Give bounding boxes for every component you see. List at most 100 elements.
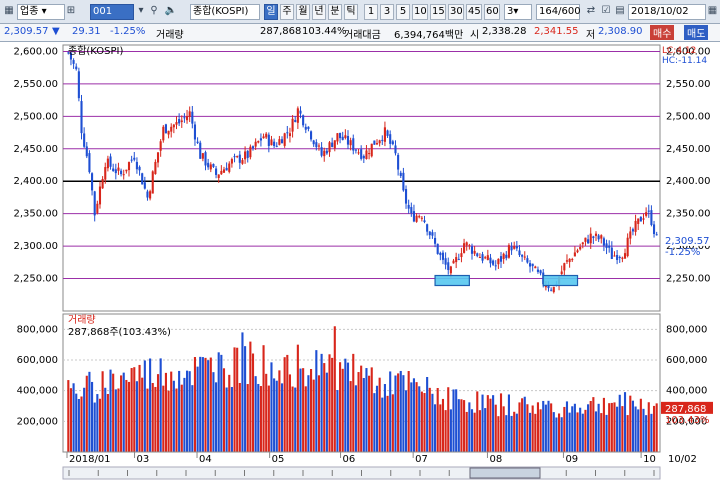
checkbox-icon[interactable]: ☑ (600, 4, 612, 20)
minute-option-45[interactable]: 45 (466, 4, 482, 20)
menu-icon[interactable]: ▤ (614, 4, 626, 20)
volume-bar (352, 353, 355, 452)
volume-bar (333, 326, 336, 452)
candle-body (162, 126, 165, 141)
volume-bar (610, 402, 613, 452)
candle-body (267, 134, 270, 146)
volume-bar (259, 386, 262, 452)
candle-body (431, 232, 434, 236)
chart-menu-icon[interactable]: ▦ (3, 4, 15, 20)
candle-body (122, 174, 125, 176)
candle-body (489, 257, 492, 264)
buy-button[interactable]: 매수 (650, 25, 675, 40)
volume-bar (399, 370, 402, 452)
candle-body (436, 243, 439, 254)
volume-bar (262, 345, 265, 452)
candle-body (339, 132, 342, 139)
volume-bar (183, 377, 186, 452)
candle-body (228, 163, 231, 172)
price-tick-label-right: 2,550.00 (666, 79, 711, 90)
volume-bar (204, 357, 207, 452)
sell-button[interactable]: 매도 (684, 25, 709, 40)
volume-bar (130, 368, 133, 452)
candle-body (463, 243, 466, 253)
volume-bar (251, 353, 255, 452)
volume-bar (143, 360, 146, 452)
x-tick-label: 09 (565, 454, 578, 465)
minute-option-10[interactable]: 10 (412, 4, 428, 20)
period-day-tab[interactable]: 일 (264, 4, 278, 20)
volume-bar (439, 404, 442, 452)
period-tick-tab[interactable]: 틱 (344, 4, 358, 20)
dropdown-chevron-icon[interactable]: ▾ (136, 4, 146, 20)
minute-option-15[interactable]: 15 (430, 4, 446, 20)
candle-body (476, 253, 479, 257)
candle-body (531, 263, 534, 267)
period-week-tab[interactable]: 주 (280, 4, 294, 20)
sync-icon[interactable]: ⇄ (584, 4, 598, 20)
calendar-icon[interactable]: ▦ (707, 4, 718, 20)
price-tick-label-left: 2,550.00 (13, 79, 58, 90)
volume-bar (558, 413, 561, 452)
candle-body (331, 142, 334, 147)
grid-icon[interactable]: ⊞ (66, 4, 76, 20)
candle-body (650, 210, 653, 225)
candle-body (244, 151, 247, 160)
candle-body (354, 149, 357, 151)
volume-bar (362, 378, 365, 452)
candle-body (323, 150, 326, 157)
count-input[interactable]: 164/600 (536, 4, 581, 20)
candle-body (368, 153, 371, 155)
candle-body (478, 257, 481, 259)
candle-body (412, 211, 416, 222)
candle-body (600, 235, 603, 239)
volume-bar (502, 406, 505, 452)
candle-body (655, 234, 658, 236)
price-tick-label-left: 2,600.00 (13, 46, 58, 57)
volume-bar (349, 381, 352, 452)
volume-bar (156, 374, 160, 452)
candle-body (146, 191, 149, 198)
candle-body (233, 156, 236, 158)
candle-body (563, 263, 566, 271)
candle-body (502, 253, 505, 259)
candle-body (518, 250, 521, 256)
candle-body (370, 143, 373, 157)
volume-bar (629, 395, 632, 452)
step-select[interactable]: 3▾ (504, 4, 532, 20)
volume-bar (457, 399, 460, 452)
candle-body (127, 162, 131, 171)
date-input[interactable]: 2018/10/02 (628, 4, 706, 20)
minute-option-30[interactable]: 30 (448, 4, 464, 20)
speaker-icon[interactable]: 🔈 (162, 4, 180, 20)
chart-area: 2,600.00 2,550.00 2,500.00 2,450.00 2,400.00… (13, 44, 713, 480)
volume-bar (267, 385, 270, 452)
volume-bar (581, 413, 584, 452)
candle-body (573, 252, 576, 257)
volume-bar (135, 381, 138, 452)
minute-option-5[interactable]: 5 (396, 4, 410, 20)
period-year-tab[interactable]: 년 (312, 4, 326, 20)
volume-bar (162, 385, 165, 452)
volume-bar (584, 409, 587, 452)
period-minute-tab[interactable]: 분 (328, 4, 342, 20)
minute-option-60[interactable]: 60 (484, 4, 500, 20)
market-select[interactable]: 업종 ▾ (17, 4, 65, 20)
volume-label: 거래량 (156, 30, 184, 41)
volume-bar (236, 347, 239, 452)
volume-bar (600, 413, 603, 452)
price-tick-label-left: 2,300.00 (13, 241, 58, 252)
candle-body (473, 250, 476, 254)
minute-option-1[interactable]: 1 (364, 4, 378, 20)
volume-bar (265, 373, 268, 452)
volume-bar (373, 393, 376, 452)
volume-bar (444, 410, 447, 452)
scrollbar-thumb[interactable] (469, 467, 541, 479)
candle-body (154, 161, 157, 175)
search-icon[interactable]: ⚲ (148, 4, 160, 20)
candle-body (647, 210, 650, 212)
code-input[interactable]: 001 (90, 4, 134, 20)
volume-bar (463, 400, 466, 452)
period-month-tab[interactable]: 월 (296, 4, 310, 20)
minute-option-3[interactable]: 3 (380, 4, 394, 20)
